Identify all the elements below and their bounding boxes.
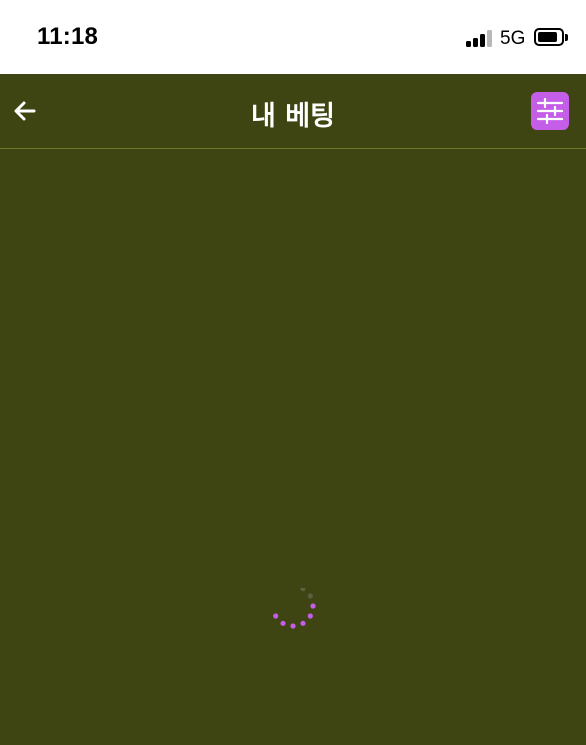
status-bar: 11:18 5G [0,0,586,74]
spinner-dot [310,603,316,609]
network-type: 5G [500,28,526,49]
status-time: 11:18 [37,23,99,50]
spinner-dot [307,593,313,599]
sliders-icon [536,98,564,124]
loading-spinner-icon [273,588,316,629]
signal-bar [473,38,478,47]
spinner-dot [273,613,279,619]
signal-bar [480,34,485,47]
spinner-dot [280,620,286,626]
app-header: 내 베팅 [0,74,586,149]
spinner-dot [290,623,296,629]
signal-bar [487,30,492,47]
signal-bar [466,41,471,47]
battery-cap [565,34,568,41]
spinner-dot [307,613,313,619]
page-title: 내 베팅 [251,101,335,132]
battery-level [538,32,557,42]
bets-content-area [0,150,586,745]
spinner-dot [300,588,306,592]
spinner-dot [300,620,306,626]
cellular-signal-icon [466,30,494,47]
filter-button[interactable] [531,92,569,130]
battery-icon [534,28,564,46]
